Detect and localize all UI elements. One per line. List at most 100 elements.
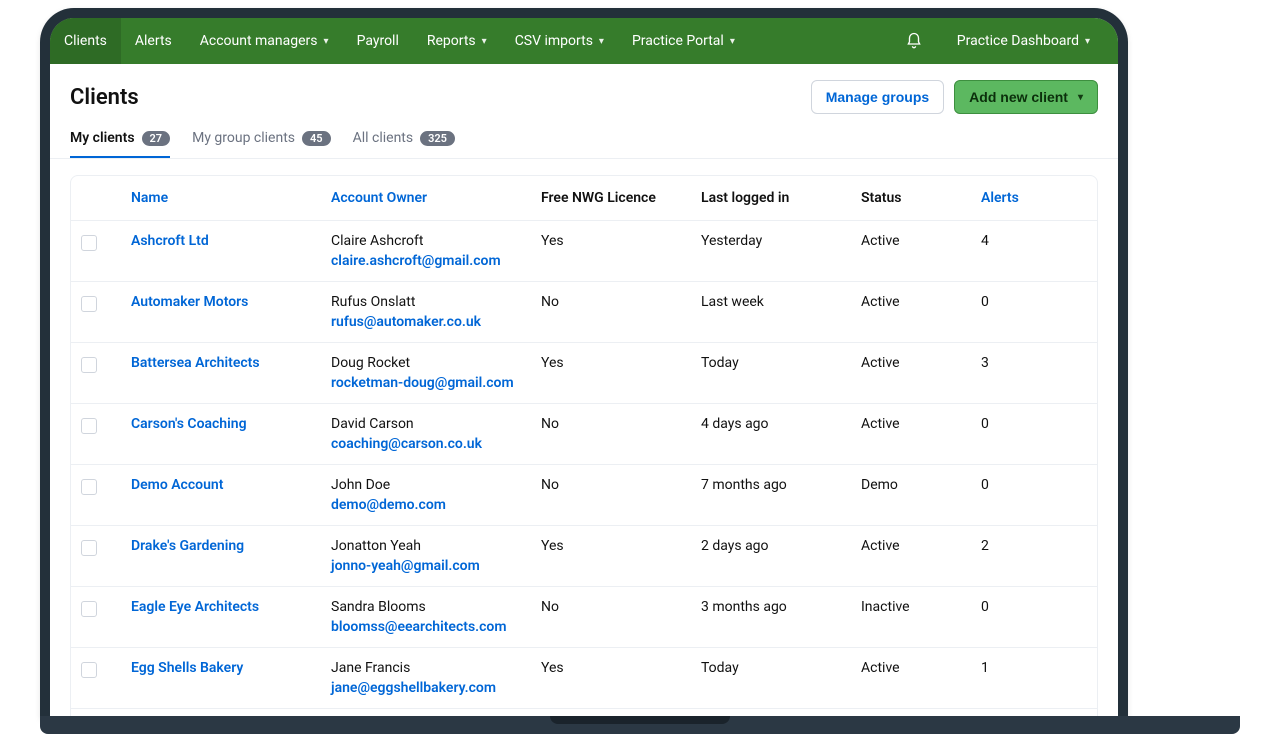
nav-item-label: Practice Portal [632,33,724,49]
row-checkbox[interactable] [81,540,97,556]
tab-my-group-clients[interactable]: My group clients45 [192,124,331,158]
client-name-link[interactable]: Egg Shells Bakery [131,660,243,676]
col-alerts[interactable]: Alerts [981,190,1019,206]
row-checkbox[interactable] [81,296,97,312]
client-name-link[interactable]: Battersea Architects [131,355,260,371]
manage-groups-button[interactable]: Manage groups [811,80,944,114]
cell-status: Active [861,416,981,432]
practice-dashboard-menu[interactable]: Practice Dashboard ▾ [943,33,1104,49]
row-checkbox[interactable] [81,662,97,678]
owner-email-link[interactable]: rocketman-doug@gmail.com [331,375,541,391]
tab-my-clients[interactable]: My clients 27 [70,124,170,158]
col-lastlogin: Last logged in [701,190,861,206]
cell-status: Active [861,355,981,371]
tabs: My clients 27 My group clients45 All client… [50,124,1118,159]
cell-licence: No [541,599,701,615]
cell-lastlogin: Last week [701,294,861,310]
cell-alerts: 1 [981,660,1061,676]
client-name-link[interactable]: Drake's Gardening [131,538,244,554]
add-new-client-button[interactable]: Add new client ▾ [954,80,1098,114]
client-name-link[interactable]: Eagle Eye Architects [131,599,259,615]
cell-lastlogin: 4 days ago [701,416,861,432]
cell-status: Active [861,294,981,310]
nav-item-payroll[interactable]: Payroll [343,18,413,64]
cell-lastlogin: 3 months ago [701,599,861,615]
col-name[interactable]: Name [131,190,168,206]
owner-email-link[interactable]: jane@eggshellbakery.com [331,680,541,696]
cell-alerts: 0 [981,599,1061,615]
owner-name: Sandra Blooms [331,599,541,615]
owner-email-link[interactable]: jonno-yeah@gmail.com [331,558,541,574]
tab-count-badge: 325 [420,131,455,146]
cell-licence: Yes [541,233,701,249]
cell-alerts: 0 [981,294,1061,310]
owner-name: John Doe [331,477,541,493]
cell-alerts: 3 [981,355,1061,371]
owner-email-link[interactable]: claire.ashcroft@gmail.com [331,253,541,269]
tab-label: My clients [70,130,135,146]
client-name-link[interactable]: Carson's Coaching [131,416,247,432]
table-row: Demo Account John Doe demo@demo.comNo7 mon… [71,465,1097,526]
chevron-down-icon: ▾ [1085,36,1090,47]
device-frame: ClientsAlertsAccount managers▾PayrollRep… [40,8,1128,718]
nav-item-clients[interactable]: Clients [50,18,121,64]
table-row: Egg Shells BakeryJane Francisjane@eggshe… [71,648,1097,709]
bell-icon[interactable] [905,32,923,50]
table-row: Automaker MotorsRufus Onslattrufus@autom… [71,282,1097,343]
cell-licence: No [541,416,701,432]
nav-item-label: Clients [64,33,107,49]
nav-item-label: CSV imports [515,33,593,49]
cell-status: Active [861,538,981,554]
owner-email-link[interactable]: demo@demo.com [331,497,541,513]
nav-item-reports[interactable]: Reports ▾ [413,18,501,64]
client-name-link[interactable]: Demo Account [131,477,223,493]
table-header: Name Account Owner Free NWG Licence Last… [71,176,1097,221]
row-checkbox[interactable] [81,235,97,251]
nav-item-alerts[interactable]: Alerts [121,18,186,64]
cell-lastlogin: 7 months ago [701,477,861,493]
chevron-down-icon: ▾ [599,36,604,47]
tab-all-clients[interactable]: All clients325 [353,124,455,158]
practice-dashboard-label: Practice Dashboard [957,33,1079,49]
chevron-down-icon: ▾ [482,36,487,47]
owner-name: Jonatton Yeah [331,538,541,554]
device-base [40,716,1240,734]
table-row: Eagle Eye Architects Sandra Blooms bloomss… [71,587,1097,648]
top-nav: ClientsAlertsAccount managers▾PayrollRep… [50,18,1118,64]
cell-lastlogin: Today [701,660,861,676]
owner-email-link[interactable]: rufus@automaker.co.uk [331,314,541,330]
cell-alerts: 2 [981,538,1061,554]
tab-count-badge: 27 [142,131,171,146]
table-row: Carson's CoachingDavid Carsoncoaching@ca… [71,404,1097,465]
owner-name: Claire Ashcroft [331,233,541,249]
row-checkbox[interactable] [81,418,97,434]
cell-alerts: 0 [981,477,1061,493]
table-row: Drake's Gardening Jonatton Yeah jonno-yeah… [71,526,1097,587]
cell-licence: Yes [541,538,701,554]
nav-item-label: Account managers [200,33,318,49]
tab-label: My group clients [192,130,295,146]
owner-email-link[interactable]: bloomss@eearchitects.com [331,619,541,635]
row-checkbox[interactable] [81,479,97,495]
nav-item-practice-portal[interactable]: Practice Portal▾ [618,18,749,64]
client-name-link[interactable]: Automaker Motors [131,294,248,310]
row-checkbox[interactable] [81,601,97,617]
cell-licence: No [541,477,701,493]
owner-email-link[interactable]: coaching@carson.co.uk [331,436,541,452]
nav-item-account-managers[interactable]: Account managers▾ [186,18,343,64]
row-checkbox[interactable] [81,357,97,373]
chevron-down-icon: ▾ [1078,92,1083,103]
cell-licence: No [541,294,701,310]
cell-status: Active [861,660,981,676]
client-name-link[interactable]: Ashcroft Ltd [131,233,209,249]
col-licence: Free NWG Licence [541,190,701,206]
nav-item-label: Reports [427,33,476,49]
cell-alerts: 4 [981,233,1061,249]
col-status: Status [861,190,981,206]
nav-item-csv-imports[interactable]: CSV imports ▾ [501,18,618,64]
cell-licence: Yes [541,355,701,371]
col-owner[interactable]: Account Owner [331,190,427,206]
cell-status: Demo [861,477,981,493]
cell-status: Inactive [861,599,981,615]
cell-alerts: 0 [981,416,1061,432]
